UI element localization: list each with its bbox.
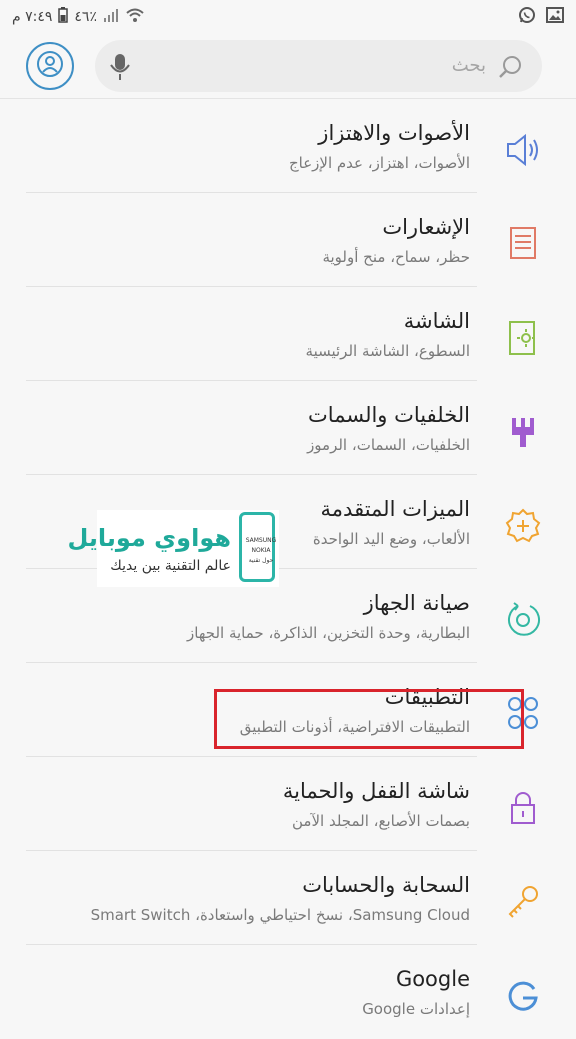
search-icon	[498, 54, 524, 84]
item-title: الشاشة	[403, 309, 470, 333]
mic-icon[interactable]	[109, 52, 131, 86]
gear-plus-icon	[500, 503, 546, 549]
battery-icon	[58, 7, 69, 27]
whatsapp-icon	[518, 6, 536, 28]
lock-icon	[500, 785, 546, 831]
settings-item-lock-screen[interactable]: شاشة القفل والحماية بصمات الأصابع، المجل…	[0, 757, 576, 851]
item-subtitle: الخلفيات، السمات، الرموز	[307, 436, 470, 454]
wifi-icon	[125, 7, 145, 27]
status-bar-right	[518, 6, 564, 28]
search-header	[0, 34, 576, 99]
brush-icon	[500, 409, 546, 455]
item-subtitle: السطوع، الشاشة الرئيسية	[305, 342, 470, 360]
item-subtitle: بصمات الأصابع، المجلد الآمن	[292, 812, 470, 830]
watermark-subtitle: عالم التقنية بين يديك	[110, 558, 231, 574]
item-title: Google	[395, 967, 470, 991]
item-title: الإشعارات	[382, 215, 470, 239]
volume-icon	[500, 127, 546, 173]
settings-item-display[interactable]: الشاشة السطوع، الشاشة الرئيسية	[0, 287, 576, 381]
settings-item-advanced[interactable]: الميزات المتقدمة الألعاب، وضع اليد الواح…	[0, 475, 576, 569]
item-title: صيانة الجهاز	[363, 591, 470, 615]
item-subtitle: حظر، سماح، منح أولوية	[322, 248, 470, 266]
item-title: الخلفيات والسمات	[308, 403, 470, 427]
search-input[interactable]	[154, 54, 488, 77]
watermark-brand: SAMSUNG	[245, 537, 277, 544]
item-title: شاشة القفل والحماية	[282, 779, 470, 803]
item-subtitle: Samsung Cloud، نسخ احتياطي واستعادة، Sma…	[90, 906, 470, 924]
status-bar: ٧:٤٩ م ٤٦٪	[0, 0, 576, 34]
settings-item-notifications[interactable]: الإشعارات حظر، سماح، منح أولوية	[0, 193, 576, 287]
profile-button[interactable]	[26, 42, 74, 90]
watermark-brands: SAMSUNG NOKIA حول تقنية	[243, 518, 279, 566]
item-title: الميزات المتقدمة	[320, 497, 470, 521]
item-subtitle: الألعاب، وضع اليد الواحدة	[312, 530, 470, 548]
watermark-logo: SAMSUNG NOKIA حول تقنية هواوي موبايل عال…	[67, 510, 279, 587]
settings-item-cloud[interactable]: السحابة والحسابات Samsung Cloud، نسخ احت…	[0, 851, 576, 945]
item-subtitle: إعدادات Google	[362, 1000, 470, 1018]
key-icon	[500, 879, 546, 925]
status-bar-left: ٧:٤٩ م ٤٦٪	[12, 7, 145, 27]
settings-item-google[interactable]: Google إعدادات Google	[0, 945, 576, 1039]
watermark-brand: NOKIA	[251, 547, 271, 554]
settings-item-device-care[interactable]: صيانة الجهاز البطارية، وحدة التخزين، الذ…	[0, 569, 576, 663]
device-care-icon	[500, 597, 546, 643]
watermark-title: هواوي موبايل	[67, 524, 231, 552]
signal-icon	[103, 8, 119, 26]
settings-item-sounds[interactable]: الأصوات والاهتزاز الأصوات، اهتزاز، عدم ا…	[0, 99, 576, 193]
item-title: السحابة والحسابات	[302, 873, 470, 897]
battery-percent: ٤٦٪	[74, 9, 97, 25]
item-title: الأصوات والاهتزاز	[318, 121, 470, 145]
highlight-box	[214, 689, 524, 749]
item-subtitle: البطارية، وحدة التخزين، الذاكرة، حماية ا…	[187, 624, 470, 642]
settings-list: الأصوات والاهتزاز الأصوات، اهتزاز، عدم ا…	[0, 99, 576, 1039]
status-time: ٧:٤٩ م	[12, 9, 53, 25]
account-icon	[36, 50, 64, 82]
display-icon	[500, 315, 546, 361]
notifications-icon	[500, 221, 546, 267]
search-box[interactable]	[95, 40, 542, 92]
settings-item-wallpapers[interactable]: الخلفيات والسمات الخلفيات، السمات، الرمو…	[0, 381, 576, 475]
google-icon	[500, 973, 546, 1019]
watermark-brand: حول تقنية	[248, 557, 274, 564]
gallery-icon	[546, 6, 564, 28]
item-subtitle: الأصوات، اهتزاز، عدم الإزعاج	[288, 154, 470, 172]
